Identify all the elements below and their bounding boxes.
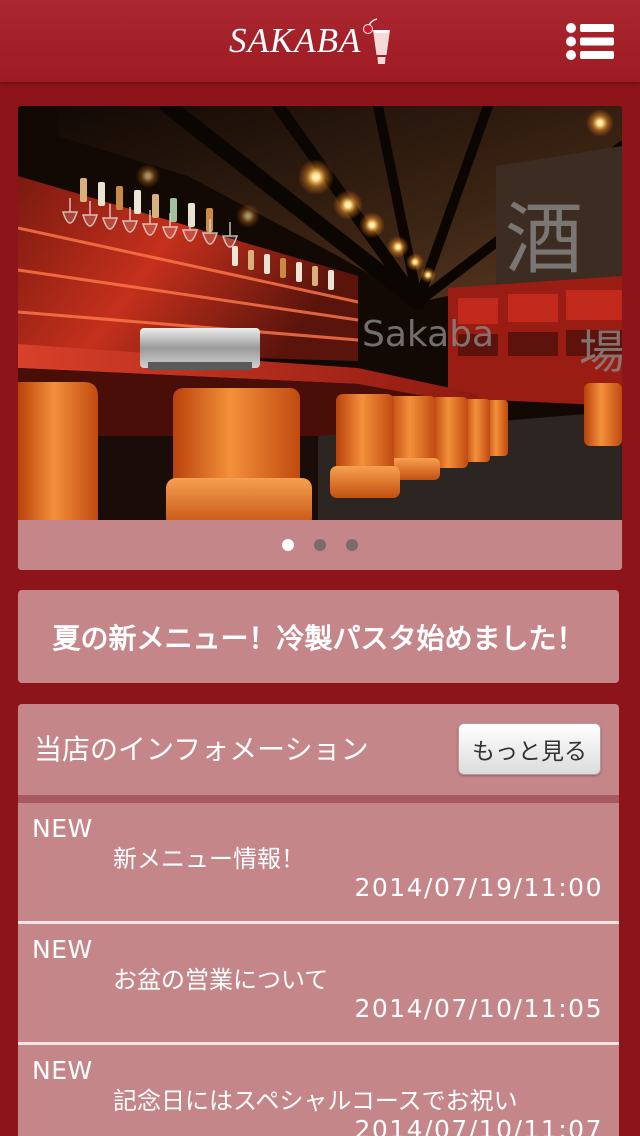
app-header: SAKABA [0, 0, 640, 82]
carousel-dot[interactable] [282, 539, 294, 551]
new-badge: NEW [32, 935, 93, 964]
news-list-item[interactable]: NEW 記念日にはスペシャルコースでお祝い 2014/07/10/11:07 [18, 1042, 619, 1136]
espresso-machine [140, 328, 260, 370]
watermark-kanji-top: 酒 [505, 195, 583, 285]
news-list-item[interactable]: NEW 新メニュー情報！ 2014/07/19/11:00 [18, 803, 619, 921]
news-date: 2014/07/10/11:05 [354, 994, 603, 1023]
hamburger-menu-icon [566, 23, 614, 60]
watermark-kanji-bottom: 場 [579, 325, 622, 379]
bar-stool [18, 382, 98, 520]
hero-carousel[interactable]: 酒 Sakaba 場 [18, 106, 622, 570]
news-title: 新メニュー情報！ [113, 845, 305, 873]
info-panel-header: 当店のインフォメーション もっと見る [18, 704, 619, 795]
bar-stool [166, 388, 312, 520]
news-title: 記念日にはスペシャルコースでお祝い [113, 1087, 518, 1115]
news-date: 2014/07/19/11:00 [354, 873, 603, 902]
cocktail-glass-icon [363, 18, 391, 64]
hamburger-menu-button[interactable] [566, 22, 614, 62]
carousel-dot[interactable] [346, 539, 358, 551]
promo-banner[interactable]: 夏の新メニュー！冷製パスタ始めました！ [18, 590, 619, 683]
watermark-text: Sakaba [362, 314, 494, 355]
info-panel-title: 当店のインフォメーション [34, 733, 369, 766]
new-badge: NEW [32, 1056, 93, 1085]
divider [18, 795, 619, 803]
news-title: お盆の営業について [113, 966, 329, 994]
see-more-button[interactable]: もっと見る [458, 723, 601, 775]
bar-stool [330, 394, 400, 498]
bar-stool [432, 397, 468, 468]
new-badge: NEW [32, 814, 93, 843]
news-list-item[interactable]: NEW お盆の営業について 2014/07/10/11:05 [18, 921, 619, 1042]
hero-photo: 酒 Sakaba 場 [18, 106, 622, 520]
logo[interactable]: SAKABA [229, 18, 391, 64]
carousel-indicator [18, 520, 622, 570]
info-panel: 当店のインフォメーション もっと見る NEW 新メニュー情報！ 2014/07/… [18, 704, 619, 1136]
logo-text: SAKABA [229, 21, 362, 60]
promo-banner-text: 夏の新メニュー！冷製パスタ始めました！ [52, 621, 585, 655]
news-date: 2014/07/10/11:07 [354, 1115, 603, 1136]
bar-stool [584, 383, 622, 446]
carousel-dot[interactable] [314, 539, 326, 551]
